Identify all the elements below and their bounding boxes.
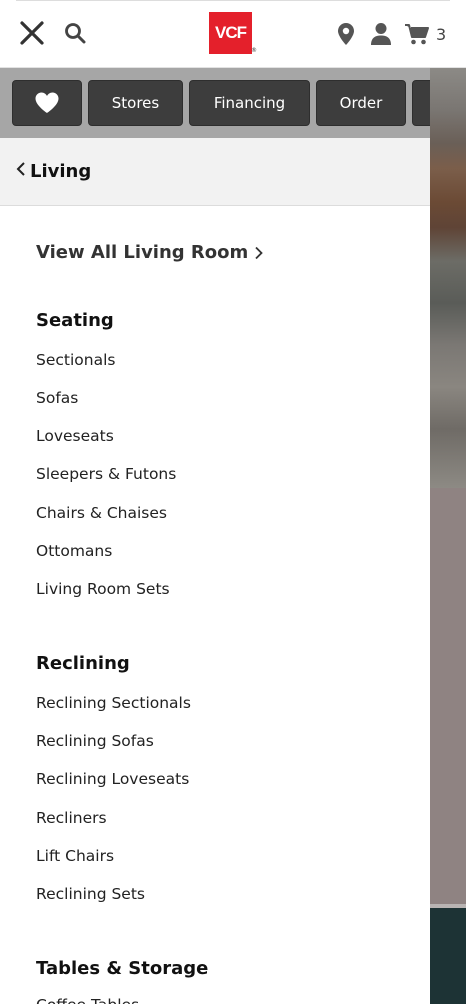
account-button[interactable]: [368, 20, 394, 48]
menu-link-coffee-tables[interactable]: Coffee Tables: [36, 996, 139, 1004]
cart-count-badge: 3: [436, 24, 447, 44]
favorites-button[interactable]: [12, 80, 82, 126]
more-quick-link-button[interactable]: [412, 80, 430, 126]
quick-links-bar: Stores Financing Order: [0, 68, 430, 138]
menu-link-living-room-sets[interactable]: Living Room Sets: [36, 580, 170, 598]
location-pin-icon: [338, 23, 354, 45]
section-title-reclining: Reclining: [36, 653, 130, 674]
vcf-logo[interactable]: VCF ®: [209, 12, 257, 56]
header-top-divider: [16, 0, 450, 1]
financing-button[interactable]: Financing: [189, 80, 310, 126]
search-icon: [65, 23, 86, 44]
menu-link-sleepers-futons[interactable]: Sleepers & Futons: [36, 465, 176, 483]
cart-icon: [405, 24, 429, 45]
section-title-seating: Seating: [36, 310, 114, 331]
page-background-overlay[interactable]: [430, 68, 466, 1004]
menu-link-reclining-loveseats[interactable]: Reclining Loveseats: [36, 770, 189, 788]
menu-link-loveseats[interactable]: Loveseats: [36, 427, 114, 445]
menu-link-reclining-sectionals[interactable]: Reclining Sectionals: [36, 694, 191, 712]
chevron-left-icon: [16, 161, 26, 182]
registered-mark: ®: [251, 47, 257, 54]
chevron-right-icon: [255, 246, 264, 259]
back-to-parent-button[interactable]: Living: [0, 138, 430, 206]
menu-link-lift-chairs[interactable]: Lift Chairs: [36, 847, 114, 865]
view-all-label: View All Living Room: [36, 242, 249, 263]
menu-link-ottomans[interactable]: Ottomans: [36, 542, 112, 560]
section-title-tables-storage: Tables & Storage: [36, 958, 209, 979]
search-button[interactable]: [62, 20, 88, 46]
navigation-drawer: Living View All Living Room Seating Sect…: [0, 138, 430, 1004]
menu-link-chairs-chaises[interactable]: Chairs & Chaises: [36, 504, 167, 522]
stores-button[interactable]: Stores: [88, 80, 183, 126]
cart-button[interactable]: 3: [404, 20, 454, 48]
close-icon: [20, 21, 44, 45]
close-menu-button[interactable]: [16, 16, 48, 50]
menu-link-sectionals[interactable]: Sectionals: [36, 351, 115, 369]
order-button[interactable]: Order: [316, 80, 406, 126]
drawer-title: Living: [30, 161, 92, 182]
store-locator-button[interactable]: [334, 20, 358, 48]
view-all-living-room-link[interactable]: View All Living Room: [36, 242, 264, 263]
user-icon: [371, 23, 391, 45]
menu-link-sofas[interactable]: Sofas: [36, 389, 78, 407]
heart-icon: [35, 92, 59, 113]
menu-link-reclining-sofas[interactable]: Reclining Sofas: [36, 732, 154, 750]
background-footer-panel: [430, 908, 466, 1004]
background-panel: [430, 488, 466, 908]
menu-link-reclining-sets[interactable]: Reclining Sets: [36, 885, 145, 903]
menu-link-recliners[interactable]: Recliners: [36, 809, 107, 827]
top-header: VCF ® 3: [0, 0, 466, 68]
background-hero-image: [430, 68, 466, 488]
logo-mark: VCF: [209, 12, 252, 54]
